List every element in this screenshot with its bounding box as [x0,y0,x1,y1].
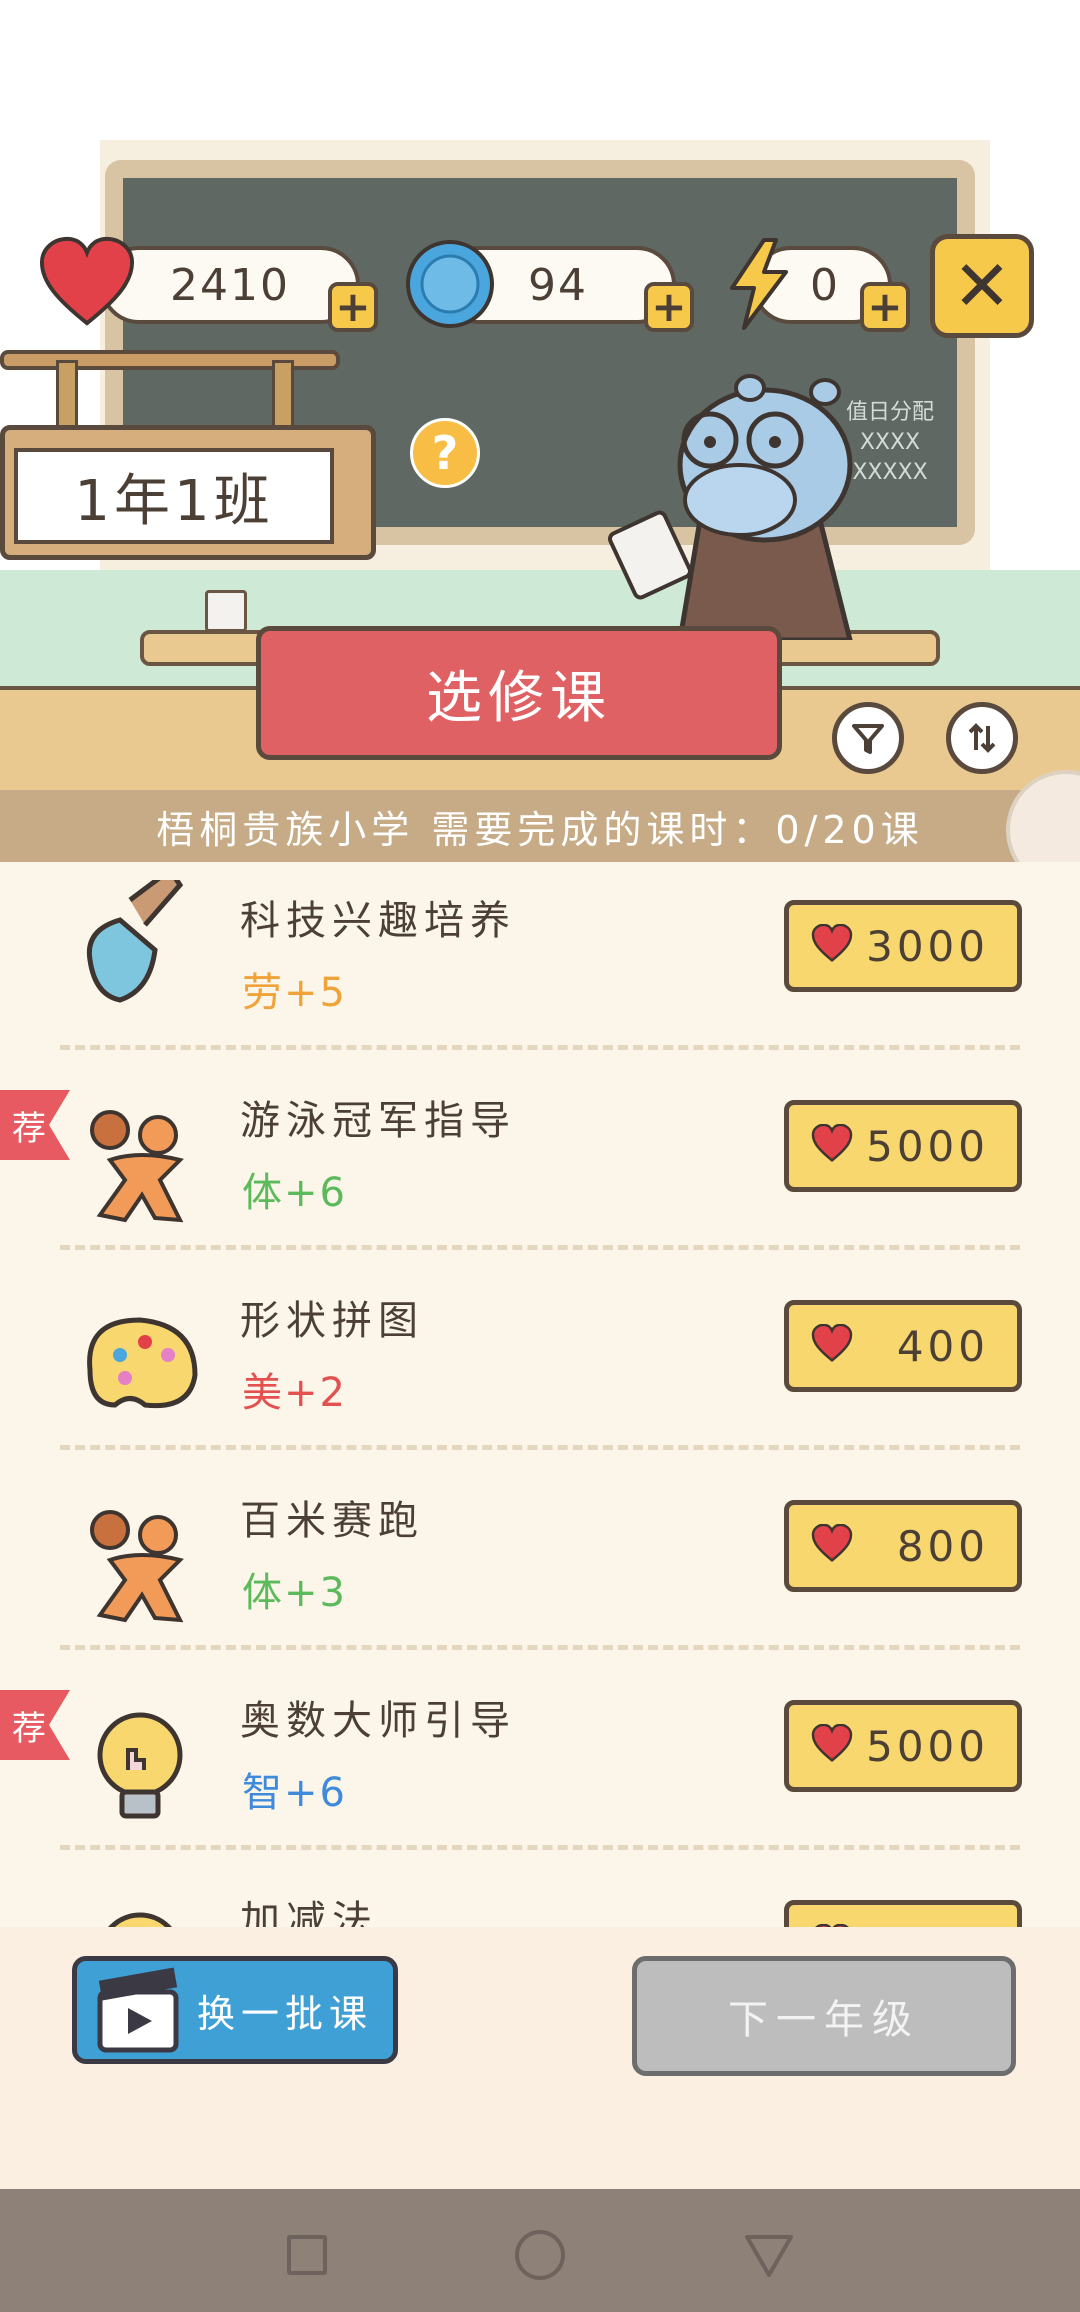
add-energy-button[interactable]: + [860,282,910,332]
shovel-icon [70,866,210,1030]
next-grade-label: 下一年级 [728,1997,920,2043]
school-info: 梧桐贵族小学 需要完成的课时：0/20课 [0,790,1080,862]
course-row[interactable]: 荐 游泳冠军指导 体+6 5000 [0,1050,1080,1250]
course-row[interactable]: 荐 奥数大师引导 智+6 5000 [0,1650,1080,1850]
course-name: 游泳冠军指导 [240,1098,516,1144]
course-name: 加减法 [240,1898,378,1927]
palette-icon [70,1280,210,1430]
course-name: 百米赛跑 [240,1498,424,1544]
help-button[interactable]: ? [410,418,480,488]
class-label: 1年1班 [14,448,334,544]
heart-icon [811,923,853,972]
course-row[interactable]: 科技兴趣培养 劳+5 3000 [0,862,1080,1050]
heart-icon [811,1523,853,1572]
course-stat-bonus: 劳+5 [242,970,347,1016]
buy-course-button[interactable]: 5000 [784,1100,1022,1192]
course-list[interactable]: 科技兴趣培养 劳+5 3000 荐 游泳冠军指导 体+6 5000 形状拼图美+2 400 百米赛… [0,862,1080,1927]
lightbulb-icon [70,1880,210,1927]
heart-icon [811,1123,853,1172]
course-price: 5000 [866,1121,989,1171]
close-button[interactable]: ✕ [930,234,1034,338]
page-title: 选修课 [256,626,782,760]
recommended-badge: 荐 [0,1690,70,1760]
lightbulb-icon [70,1680,210,1830]
course-price: 400 [896,1321,989,1371]
hippo-teacher-icon [607,374,853,640]
heart-icon [811,1723,853,1772]
course-price: 3000 [866,921,989,971]
add-hearts-button[interactable]: + [328,282,378,332]
coins-value: 94 [528,259,588,311]
course-name: 形状拼图 [240,1298,424,1344]
buy-course-button[interactable]: 3000 [784,900,1022,992]
coin-icon [406,240,494,328]
course-row[interactable]: 百米赛跑体+3 800 [0,1450,1080,1650]
hearts-value: 2410 [170,259,290,311]
filter-button[interactable] [832,702,904,774]
add-coins-button[interactable]: + [644,282,694,332]
lightning-icon [730,238,788,330]
sports-icon [70,1080,210,1230]
sports-icon [70,1480,210,1630]
next-grade-button[interactable]: 下一年级 [632,1956,1016,2076]
back-nav-icon[interactable] [744,2233,794,2279]
course-stat-bonus: 体+3 [242,1570,347,1616]
home-nav-icon[interactable] [515,2230,565,2280]
recents-nav-icon[interactable] [287,2235,327,2275]
filter-icon [852,724,884,754]
video-icon [97,1967,179,2053]
course-stat-bonus: 体+6 [242,1170,347,1216]
buy-course-button[interactable]: 400 [784,1900,1022,1927]
recommended-badge: 荐 [0,1090,70,1160]
energy-value: 0 [810,259,840,311]
heart-icon [811,1323,853,1372]
cup-icon [205,590,247,632]
sort-button[interactable] [946,702,1018,774]
buy-course-button[interactable]: 5000 [784,1700,1022,1792]
course-row[interactable]: 加减法 400 [0,1850,1080,1927]
hearts-counter: 2410 [100,246,360,324]
course-price: 800 [896,1521,989,1571]
course-stat-bonus: 美+2 [242,1370,347,1416]
course-name: 奥数大师引导 [240,1698,516,1744]
system-navbar [0,2189,1080,2312]
sort-icon [968,723,996,753]
course-price: 5000 [866,1721,989,1771]
course-name: 科技兴趣培养 [240,898,516,944]
buy-course-button[interactable]: 800 [784,1500,1022,1592]
heart-icon [39,236,135,326]
course-stat-bonus: 智+6 [242,1770,347,1816]
course-row[interactable]: 形状拼图美+2 400 [0,1250,1080,1450]
swap-courses-label: 换一批课 [197,1991,374,2036]
buy-course-button[interactable]: 400 [784,1300,1022,1392]
